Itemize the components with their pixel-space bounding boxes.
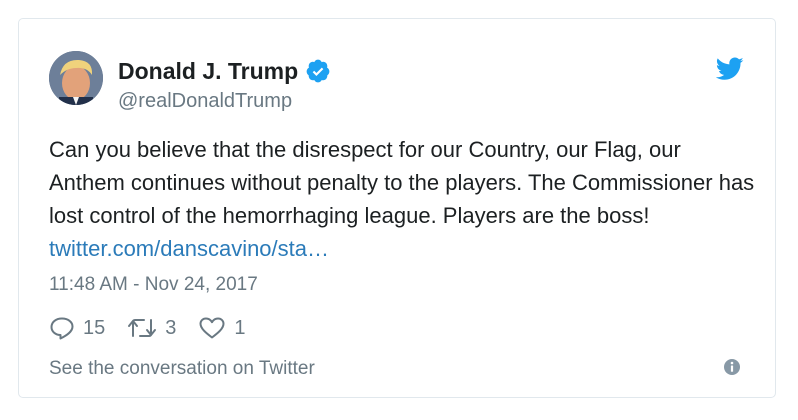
retweet-icon bbox=[128, 319, 157, 337]
verified-badge-icon bbox=[306, 59, 330, 83]
twitter-bird-icon[interactable] bbox=[716, 57, 744, 81]
author-name[interactable]: Donald J. Trump bbox=[118, 57, 298, 85]
heart-icon bbox=[199, 317, 225, 339]
reply-count: 15 bbox=[83, 317, 106, 339]
reply-icon bbox=[50, 317, 74, 340]
like-count: 1 bbox=[234, 317, 246, 339]
tweet-body: Can you believe that the disrespect for … bbox=[49, 137, 755, 228]
retweet-count: 3 bbox=[165, 317, 177, 339]
avatar[interactable] bbox=[49, 51, 103, 105]
reply-button[interactable]: 15 bbox=[49, 316, 105, 340]
tweet-text: Can you believe that the disrespect for … bbox=[49, 133, 759, 265]
timestamp[interactable]: 11:48 AM - Nov 24, 2017 bbox=[49, 273, 258, 297]
like-button[interactable]: 1 bbox=[198, 316, 246, 340]
tweet-card: Donald J. Trump @realDonaldTrump Can you… bbox=[18, 18, 776, 398]
info-icon[interactable] bbox=[723, 358, 741, 376]
author-handle[interactable]: @realDonaldTrump bbox=[118, 89, 292, 113]
retweet-button[interactable]: 3 bbox=[127, 316, 176, 340]
tweet-actions: 15 3 1 bbox=[49, 315, 268, 341]
see-conversation-link[interactable]: See the conversation on Twitter bbox=[49, 357, 315, 381]
tweet-link[interactable]: twitter.com/danscavino/sta… bbox=[49, 236, 329, 261]
